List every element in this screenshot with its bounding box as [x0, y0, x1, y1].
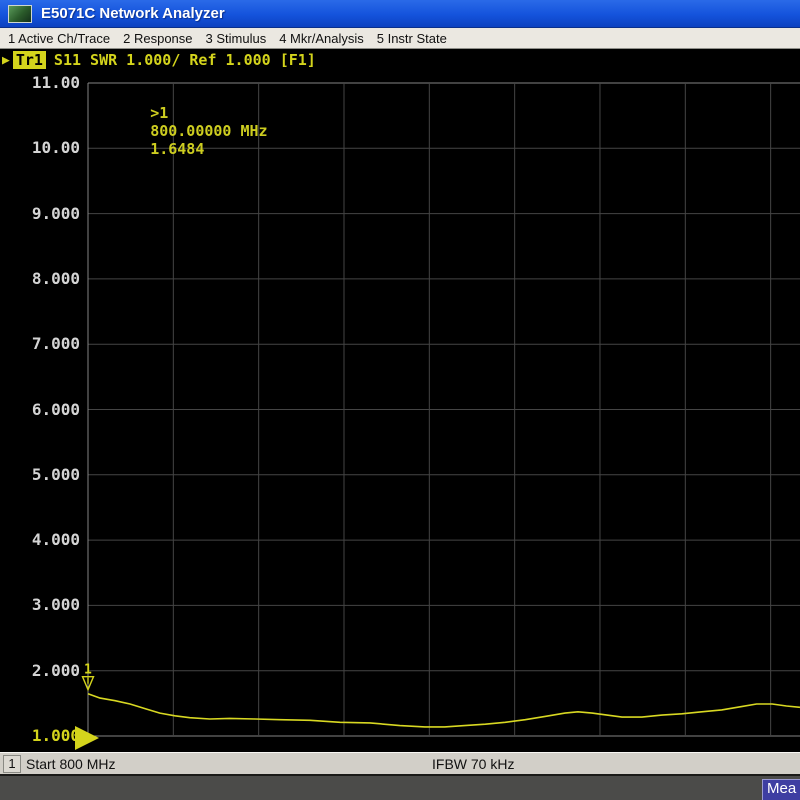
marker-readout: >1 800.00000 MHz 1.6484	[96, 86, 282, 176]
trace-label[interactable]: Tr1	[13, 51, 46, 69]
y-axis-tick-label: 6.000	[32, 400, 80, 420]
trace-status-line: ▶ Tr1 S11 SWR 1.000/ Ref 1.000 [F1]	[2, 51, 316, 69]
window-title: E5071C Network Analyzer	[41, 5, 225, 22]
y-axis-tick-label: 10.00	[32, 138, 80, 158]
y-axis-tick-label: 3.000	[32, 595, 80, 615]
y-axis-tick-label: 9.000	[32, 204, 80, 224]
menu-item-mkr-analysis[interactable]: 4 Mkr/Analysis	[279, 31, 364, 46]
trace-settings-text: S11 SWR 1.000/ Ref 1.000 [F1]	[54, 51, 316, 69]
channel-indicator: 1	[3, 755, 21, 773]
y-axis-tick-label: 7.000	[32, 334, 80, 354]
y-axis-tick-label: 8.000	[32, 269, 80, 289]
ifbw-label[interactable]: IFBW 70 kHz	[432, 756, 514, 772]
marker-value: 1.6484	[150, 140, 204, 158]
menu-bar: 1 Active Ch/Trace 2 Response 3 Stimulus …	[0, 28, 800, 49]
menu-item-stimulus[interactable]: 3 Stimulus	[206, 31, 267, 46]
softkey-meas-button[interactable]: Mea	[762, 779, 800, 800]
y-axis-tick-label: 5.000	[32, 465, 80, 485]
y-axis-tick-label: 4.000	[32, 530, 80, 550]
menu-item-active-ch-trace[interactable]: 1 Active Ch/Trace	[8, 31, 110, 46]
title-bar: E5071C Network Analyzer	[0, 0, 800, 28]
swr-trace	[88, 694, 800, 727]
y-axis-tick-label: 2.000	[32, 661, 80, 681]
menu-item-response[interactable]: 2 Response	[123, 31, 192, 46]
bottom-bar: Mea	[0, 774, 800, 800]
app-icon[interactable]	[8, 5, 32, 23]
marker-1-number: 1	[84, 663, 92, 678]
active-trace-arrow-icon: ▶	[2, 53, 10, 68]
marker-id: >1	[150, 104, 168, 122]
instrument-screen: 1 ▶ Tr1 S11 SWR 1.000/ Ref 1.000 [F1] >1…	[0, 49, 800, 752]
y-axis-tick-label: 11.00	[32, 73, 80, 93]
start-frequency-label[interactable]: Start 800 MHz	[26, 756, 115, 772]
marker-frequency: 800.00000 MHz	[150, 122, 267, 140]
network-analyzer-app: E5071C Network Analyzer 1 Active Ch/Trac…	[0, 0, 800, 800]
status-bar: 1 Start 800 MHz IFBW 70 kHz	[0, 752, 800, 774]
y-axis-tick-label: 1.000	[32, 726, 80, 746]
menu-item-instr-state[interactable]: 5 Instr State	[377, 31, 447, 46]
